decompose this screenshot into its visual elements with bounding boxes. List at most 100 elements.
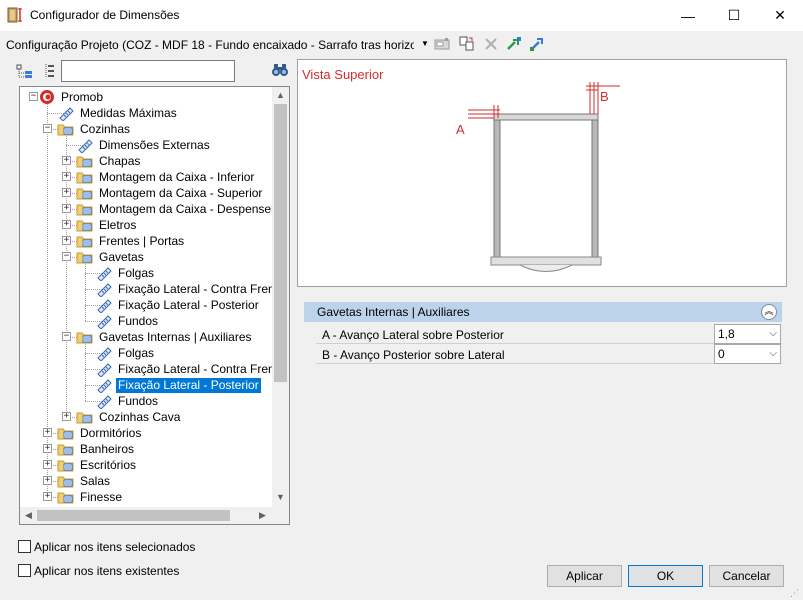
tree-folder-node[interactable]: Cozinhas <box>57 121 132 137</box>
tree-item-node[interactable]: Fundos <box>95 313 160 329</box>
tree-node-label: Folgas <box>118 265 155 280</box>
tree-folder-node[interactable]: Montagem da Caixa - Superior <box>76 185 264 201</box>
tree-item-node[interactable]: Fixação Lateral - Contra Frente <box>95 281 272 297</box>
tree-node-label: Montagem da Caixa - Inferior <box>99 169 255 184</box>
tree-item-node[interactable]: Fixação Lateral - Contra Frente <box>95 361 272 377</box>
tree-root-node[interactable]: Promob <box>38 89 105 105</box>
property-group-title: Gavetas Internas | Auxiliares <box>317 305 470 319</box>
scroll-left-icon[interactable]: ◀ <box>25 510 32 521</box>
property-row: A - Avanço Lateral sobre Posterior 1,8 ⌵ <box>316 324 782 344</box>
tree-folder-node[interactable]: Chapas <box>76 153 142 169</box>
expand-icon[interactable]: + <box>43 492 52 501</box>
folder-icon <box>57 476 74 488</box>
tree-item-node[interactable]: Folgas <box>95 265 156 281</box>
expand-icon[interactable]: + <box>43 476 52 485</box>
apply-selected-checkbox[interactable] <box>18 540 31 553</box>
config-selector[interactable]: Configuração Projeto (COZ - MDF 18 - Fun… <box>0 33 803 57</box>
copy-config-icon[interactable] <box>459 36 475 52</box>
property-label: A - Avanço Lateral sobre Posterior <box>322 328 504 342</box>
apply-existing-checkbox[interactable] <box>18 564 31 577</box>
expand-icon[interactable]: + <box>62 204 71 213</box>
expand-icon[interactable]: + <box>62 172 71 181</box>
expand-icon[interactable]: + <box>43 444 52 453</box>
tree-view[interactable]: Promob − Medidas Máximas Cozinhas − Dimensões… <box>19 86 290 525</box>
property-value-dropdown[interactable]: 0 ⌵ <box>714 344 781 364</box>
dimension-item-icon <box>97 283 112 297</box>
cancel-button[interactable]: Cancelar <box>709 565 784 587</box>
tree-node-label: Medidas Máximas <box>80 105 177 120</box>
scroll-up-icon[interactable]: ▲ <box>276 90 285 100</box>
tree-folder-node[interactable]: Dormitórios <box>57 425 143 441</box>
tree-item-node[interactable]: Fundos <box>95 393 160 409</box>
tree-folder-node[interactable]: Frentes | Portas <box>76 233 186 249</box>
apply-button[interactable]: Aplicar <box>547 565 622 587</box>
expand-icon[interactable]: + <box>62 412 71 421</box>
scroll-down-icon[interactable]: ▼ <box>276 492 285 502</box>
tree-node-label: Dimensões Externas <box>99 137 210 152</box>
expand-icon[interactable]: + <box>62 220 71 229</box>
chevron-down-icon[interactable]: ⌵ <box>769 348 777 359</box>
collapse-icon[interactable]: ︽ <box>761 304 777 320</box>
tree-folder-node[interactable]: Gavetas <box>76 249 146 265</box>
close-button[interactable]: ✕ <box>757 0 803 31</box>
property-group-header[interactable]: Gavetas Internas | Auxiliares ︽ <box>304 302 782 322</box>
folder-icon <box>57 492 74 504</box>
tree-node-label: Gavetas Internas | Auxiliares <box>99 329 252 344</box>
delete-icon[interactable] <box>483 36 499 52</box>
tree-vertical-scrollbar[interactable]: ▲ ▼ <box>272 87 289 507</box>
tree-node-label: Fixação Lateral - Contra Frente <box>118 361 272 376</box>
expand-icon[interactable]: + <box>43 428 52 437</box>
tree-folder-node[interactable]: Montagem da Caixa - Inferior <box>76 169 256 185</box>
search-input[interactable] <box>61 60 235 82</box>
expand-icon[interactable]: + <box>62 236 71 245</box>
collapse-icon[interactable]: − <box>43 124 52 133</box>
tree-horizontal-scrollbar[interactable]: ◀ ▶ <box>20 507 272 524</box>
export-icon[interactable] <box>529 36 545 52</box>
save-config-icon[interactable] <box>434 36 450 52</box>
tree-item-node[interactable]: Folgas <box>95 345 156 361</box>
minimize-button[interactable]: — <box>665 0 711 31</box>
tree-item-node[interactable]: Fixação Lateral - Posterior <box>95 297 261 313</box>
maximize-button[interactable]: ☐ <box>711 0 757 31</box>
tree-vertical-thumb[interactable] <box>274 104 287 382</box>
resize-grip-icon[interactable]: ⋰ <box>790 588 799 599</box>
tree-folder-node[interactable]: Banheiros <box>57 441 136 457</box>
dimension-item-icon <box>97 315 112 329</box>
expand-icon[interactable]: + <box>62 156 71 165</box>
dropdown-arrow-icon[interactable]: ▼ <box>421 39 429 48</box>
folder-icon <box>76 236 93 248</box>
apply-selected-label[interactable]: Aplicar nos itens selecionados <box>34 540 195 554</box>
expand-all-icon[interactable] <box>16 63 34 79</box>
expand-icon[interactable]: + <box>43 460 52 469</box>
import-icon[interactable] <box>506 36 522 52</box>
scroll-corner <box>272 507 289 524</box>
collapse-icon[interactable]: − <box>62 252 71 261</box>
expand-icon[interactable]: + <box>62 188 71 197</box>
tree-item-node[interactable]: Dimensões Externas <box>76 137 212 153</box>
collapse-icon[interactable]: − <box>62 332 71 341</box>
apply-existing-label[interactable]: Aplicar nos itens existentes <box>34 564 179 578</box>
tree-folder-node[interactable]: Eletros <box>76 217 138 233</box>
tree-folder-node[interactable]: Cozinhas Cava <box>76 409 182 425</box>
tree-folder-node[interactable]: Gavetas Internas | Auxiliares <box>76 329 254 345</box>
tree-node-label: Eletros <box>99 217 137 232</box>
tree-folder-node[interactable]: Finesse <box>57 489 124 505</box>
tree-folder-node[interactable]: Salas <box>57 473 112 489</box>
collapse-icon[interactable]: − <box>29 92 38 101</box>
scroll-right-icon[interactable]: ▶ <box>259 510 266 521</box>
ok-button[interactable]: OK <box>628 565 703 587</box>
tree-content: Promob − Medidas Máximas Cozinhas − Dimensões… <box>20 87 272 507</box>
collapse-all-icon[interactable] <box>40 63 58 79</box>
tree-folder-node[interactable]: Escritórios <box>57 457 138 473</box>
tree-item-node[interactable]: Fixação Lateral - Posterior <box>95 377 261 393</box>
tree-folder-node[interactable]: Montagem da Caixa - Despenseiros | <box>76 201 272 217</box>
search-icon[interactable] <box>271 62 289 78</box>
chevron-down-icon[interactable]: ⌵ <box>769 328 777 339</box>
tree-node-label: Gavetas <box>99 249 144 264</box>
dimension-item-icon <box>97 347 112 361</box>
tree-item-node[interactable]: Medidas Máximas <box>57 105 179 121</box>
tree-node-label: Montagem da Caixa - Superior <box>99 185 263 200</box>
tree-node-label: Promob <box>61 89 104 104</box>
tree-horizontal-thumb[interactable] <box>37 510 230 521</box>
property-value-dropdown[interactable]: 1,8 ⌵ <box>714 324 781 344</box>
